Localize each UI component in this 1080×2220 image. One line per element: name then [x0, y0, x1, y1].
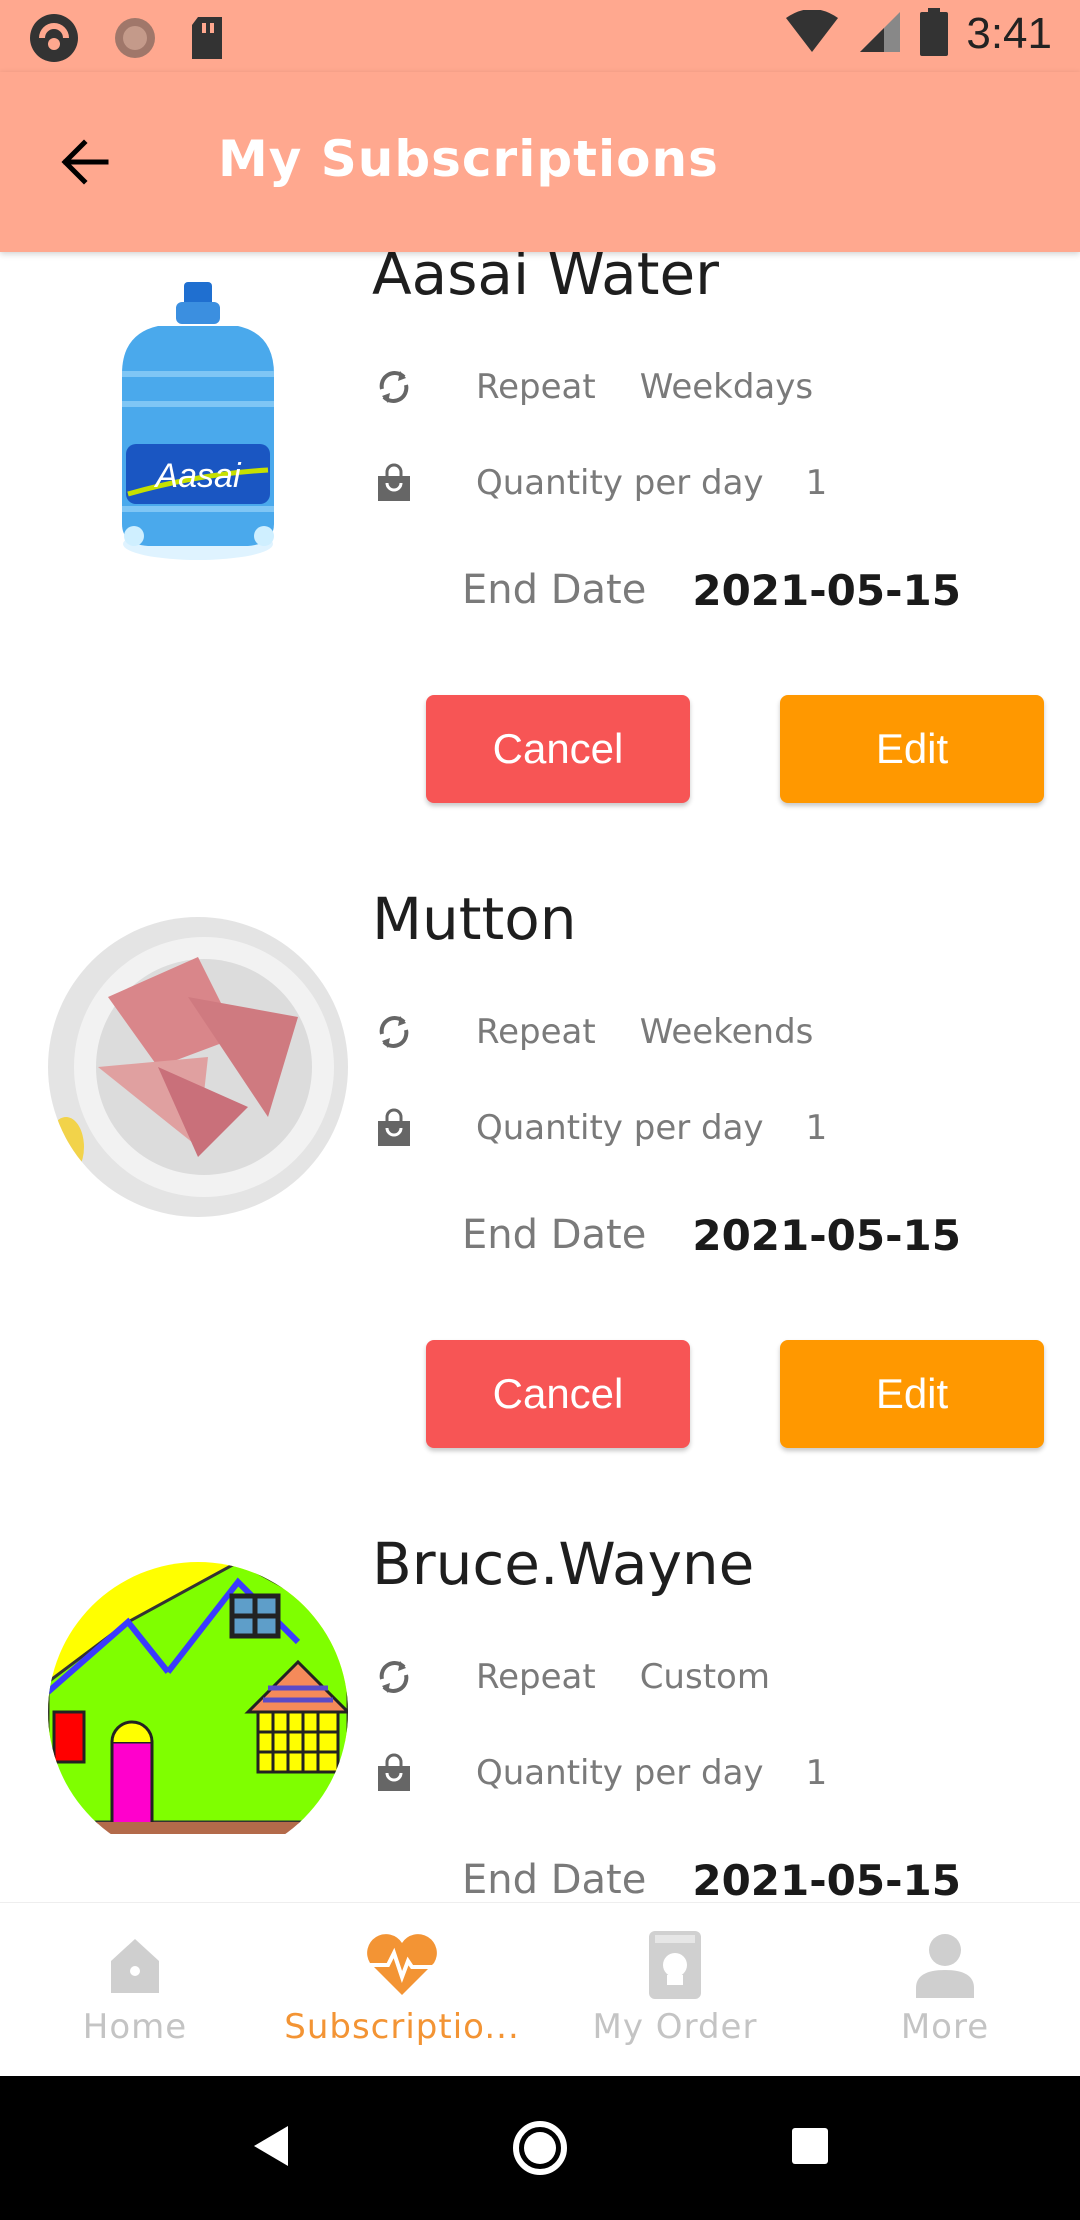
subscription-card: Aasai Aasai Water Repeat Weekdays Quanti… — [0, 252, 1080, 897]
nav-home-label: Home — [82, 2007, 188, 2047]
quantity-label: Quantity per day — [476, 463, 764, 503]
svg-text:Aasai: Aasai — [153, 457, 241, 495]
repeat-icon — [372, 1010, 416, 1054]
repeat-label: Repeat — [476, 1657, 596, 1697]
cancel-button[interactable]: Cancel — [426, 1340, 690, 1448]
repeat-icon — [372, 365, 416, 409]
product-name: Aasai Water — [372, 252, 719, 308]
nav-more-label: More — [900, 2007, 990, 2047]
repeat-label: Repeat — [476, 367, 596, 407]
end-date-value: 2021-05-15 — [692, 565, 961, 615]
end-date-row: End Date 2021-05-15 — [462, 1850, 961, 1903]
app-bar: My Subscriptions — [0, 72, 1080, 252]
end-date-label: End Date — [462, 567, 647, 613]
quantity-row: Quantity per day 1 — [372, 1745, 827, 1801]
subscription-card: Bruce.Wayne Repeat Custom Quantity per d… — [0, 1530, 1080, 1903]
repeat-row: Repeat Weekends — [372, 1004, 813, 1060]
nav-subscriptions[interactable]: Subscriptio... — [262, 1903, 542, 2077]
shopping-bag-icon — [372, 461, 416, 505]
repeat-icon — [372, 1655, 416, 1699]
nav-home[interactable]: Home — [50, 1903, 220, 2077]
cancel-button[interactable]: Cancel — [426, 695, 690, 803]
heart-pulse-icon — [364, 1929, 440, 2001]
edit-button[interactable]: Edit — [780, 695, 1044, 803]
end-date-value: 2021-05-15 — [692, 1855, 961, 1903]
back-triangle-icon[interactable] — [248, 2122, 292, 2170]
repeat-label: Repeat — [476, 1012, 596, 1052]
quantity-value: 1 — [805, 1753, 828, 1793]
repeat-row: Repeat Weekdays — [372, 359, 813, 415]
repeat-value: Custom — [639, 1657, 770, 1697]
subscription-card: Mutton Repeat Weekends Quantity per day … — [0, 885, 1080, 1542]
house-image — [48, 1562, 348, 1862]
repeat-row: Repeat Custom — [372, 1649, 770, 1705]
arrow-left-icon — [61, 139, 109, 185]
app-icon — [26, 10, 82, 70]
quantity-row: Quantity per day 1 — [372, 455, 827, 511]
mutton-image — [48, 917, 348, 1217]
person-icon — [914, 1929, 976, 2001]
home-circle-icon[interactable] — [512, 2120, 568, 2176]
nav-subscriptions-label: Subscriptio... — [284, 2007, 520, 2047]
end-date-row: End Date 2021-05-15 — [462, 560, 961, 620]
back-button[interactable] — [50, 127, 120, 197]
signal-icon — [858, 10, 902, 58]
product-name: Bruce.Wayne — [372, 1530, 755, 1598]
status-time: 3:41 — [966, 9, 1052, 58]
order-book-icon — [645, 1929, 705, 2001]
edit-button[interactable]: Edit — [780, 1340, 1044, 1448]
product-name: Mutton — [372, 885, 577, 953]
water-can-image: Aasai — [48, 274, 348, 574]
end-date-label: End Date — [462, 1212, 647, 1258]
quantity-row: Quantity per day 1 — [372, 1100, 827, 1156]
wifi-icon — [784, 9, 840, 58]
home-icon — [107, 1929, 163, 2001]
end-date-row: End Date 2021-05-15 — [462, 1205, 961, 1265]
repeat-value: Weekdays — [639, 367, 814, 407]
system-navigation-bar — [0, 2076, 1080, 2220]
shopping-bag-icon — [372, 1106, 416, 1150]
shopping-bag-icon — [372, 1751, 416, 1795]
quantity-label: Quantity per day — [476, 1753, 764, 1793]
sd-card-icon — [188, 13, 228, 67]
nav-my-order-label: My Order — [592, 2007, 758, 2047]
page-title: My Subscriptions — [218, 130, 719, 188]
quantity-value: 1 — [805, 1108, 828, 1148]
end-date-label: End Date — [462, 1857, 647, 1902]
battery-icon — [920, 8, 949, 60]
circle-dot-icon — [110, 13, 160, 67]
quantity-label: Quantity per day — [476, 1108, 764, 1148]
quantity-value: 1 — [805, 463, 828, 503]
recents-square-icon[interactable] — [790, 2126, 830, 2166]
nav-more[interactable]: More — [860, 1903, 1030, 2077]
subscription-list[interactable]: Aasai Aasai Water Repeat Weekdays Quanti… — [0, 252, 1080, 1902]
repeat-value: Weekends — [639, 1012, 814, 1052]
end-date-value: 2021-05-15 — [692, 1210, 961, 1260]
bottom-nav: Home Subscriptio... My Order More — [0, 1902, 1080, 2076]
status-bar: 3:41 — [0, 0, 1080, 72]
nav-my-order[interactable]: My Order — [580, 1903, 770, 2077]
